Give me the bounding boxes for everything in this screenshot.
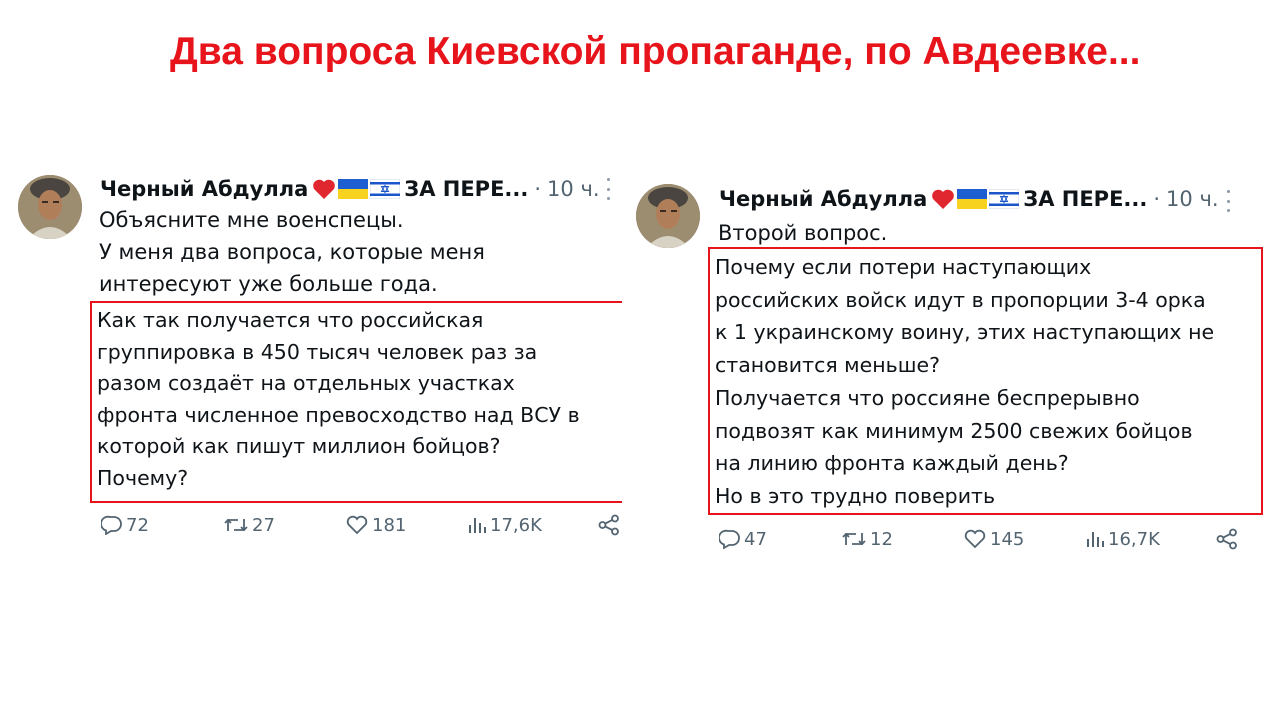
ukraine-flag-icon [338, 179, 369, 199]
text-line: Второй вопрос. [718, 221, 888, 245]
text-line: Почему? [97, 465, 189, 490]
text-line: подвозят как минимум 2500 свежих бойцов [715, 418, 1193, 443]
tweet-actions: 72 27 181 17,6K [101, 510, 621, 540]
page-headline: Два вопроса Киевской пропаганде, по Авде… [170, 30, 1141, 73]
tweet-card-1: Черный Абдулла ЗА ПЕРЕ... · 10 ч. Объясн… [8, 160, 624, 550]
timestamp[interactable]: 10 ч. [547, 177, 599, 201]
text-line: которой как пишут миллион бойцов? [97, 434, 501, 458]
text-line: Почему если потери наступающих [715, 255, 1092, 279]
avatar[interactable] [636, 184, 700, 248]
text-line: Как так получается что российская [97, 308, 484, 332]
ukraine-flag-icon [957, 189, 988, 209]
like-button[interactable]: 145 [963, 529, 1085, 550]
tweet-header: Черный Абдулла ЗА ПЕРЕ... · 10 ч. [100, 174, 600, 204]
tweet-intro-text: Второй вопрос. [718, 217, 1228, 249]
profile-handle[interactable]: ЗА ПЕРЕ... [404, 177, 528, 201]
tweet-card-2: Черный Абдулла ЗА ПЕРЕ... · 10 ч. Второй… [622, 172, 1263, 572]
avatar[interactable] [18, 175, 82, 239]
author-name[interactable]: Черный Абдулла [719, 187, 927, 211]
tweet-intro-text: Объясните мне военспецы. У меня два вопр… [99, 204, 609, 300]
repost-button[interactable]: 12 [841, 529, 963, 550]
text-line: Объясните мне военспецы. [99, 208, 404, 232]
repost-icon [224, 518, 248, 532]
repost-count: 12 [870, 528, 893, 550]
text-line: на линию фронта каждый день? [715, 451, 1069, 476]
reply-button[interactable]: 72 [101, 515, 223, 536]
reply-button[interactable]: 47 [719, 529, 841, 550]
heart-icon [346, 515, 368, 535]
views-chart-icon [1087, 532, 1104, 547]
profile-handle[interactable]: ЗА ПЕРЕ... [1023, 187, 1147, 211]
israel-flag-icon [989, 189, 1020, 209]
text-line: фронта численное превосходство над ВСУ в [97, 402, 580, 427]
like-count: 181 [372, 514, 407, 536]
views-button[interactable]: 17,6K [467, 515, 542, 536]
separator-dot: · [534, 177, 542, 201]
separator-dot: · [1153, 187, 1161, 211]
text-line: к 1 украинскому воину, этих наступающих … [715, 320, 1215, 345]
heart-icon [964, 529, 986, 549]
tweet-header: Черный Абдулла ЗА ПЕРЕ... · 10 ч. [719, 184, 1219, 214]
text-line: разом создаёт на отдельных участках [97, 371, 515, 395]
timestamp[interactable]: 10 ч. [1166, 187, 1218, 211]
author-name[interactable]: Черный Абдулла [100, 177, 308, 201]
views-chart-icon [469, 518, 486, 533]
text-line: становится меньше? [715, 353, 940, 378]
reply-icon [719, 529, 740, 549]
share-icon[interactable] [1215, 528, 1239, 550]
repost-count: 27 [252, 514, 275, 536]
text-line: интересуют уже больше года. [99, 272, 438, 296]
reply-count: 72 [126, 514, 149, 536]
text-line: У меня два вопроса, которые меня [99, 240, 485, 264]
views-count: 17,6K [490, 514, 542, 536]
share-icon[interactable] [597, 514, 621, 536]
text-line: Получается что россияне беспрерывно [715, 385, 1140, 410]
text-line: российских войск идут в пропорции 3-4 ор… [715, 287, 1206, 312]
profile-badges [931, 188, 1020, 210]
repost-icon [842, 532, 866, 546]
israel-flag-icon [370, 179, 401, 199]
like-count: 145 [990, 528, 1025, 550]
views-button[interactable]: 16,7K [1085, 529, 1160, 550]
like-button[interactable]: 181 [345, 515, 467, 536]
highlighted-question-box: Как так получается что российская группи… [90, 301, 624, 503]
reply-count: 47 [744, 528, 767, 550]
heart-emoji-icon [313, 179, 336, 199]
heart-emoji-icon [932, 189, 955, 209]
tweet-actions: 47 12 145 16,7K [719, 524, 1239, 554]
text-line: группировка в 450 тысяч человек раз за [97, 339, 538, 364]
profile-badges [312, 178, 401, 200]
reply-icon [101, 515, 122, 535]
more-options-icon[interactable] [1225, 190, 1231, 212]
more-options-icon[interactable] [605, 178, 611, 200]
text-line: Но в это трудно поверить [715, 483, 996, 508]
repost-button[interactable]: 27 [223, 515, 345, 536]
highlighted-question-box: Почему если потери наступающих российски… [708, 247, 1263, 515]
views-count: 16,7K [1108, 528, 1160, 550]
